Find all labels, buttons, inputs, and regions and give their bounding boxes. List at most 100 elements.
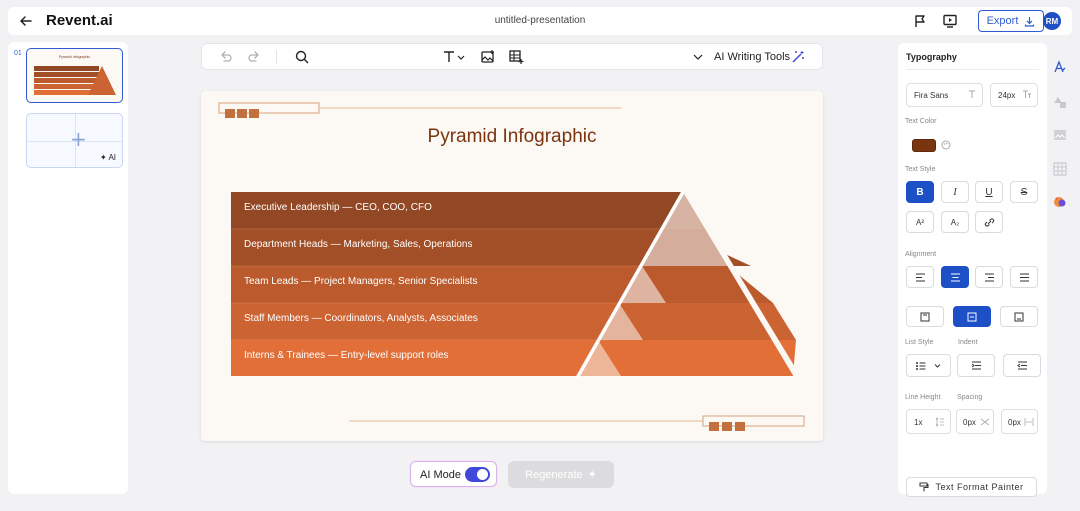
letter-spacing-icon	[980, 418, 990, 426]
align-center-button[interactable]	[941, 266, 969, 288]
bullet-list-icon	[915, 361, 940, 370]
table-settings-icon[interactable]	[1053, 162, 1067, 176]
painter-label: Text Format Painter	[935, 482, 1024, 492]
letter-spacing-value: 0px	[963, 418, 976, 427]
decor-square	[709, 422, 719, 431]
italic-button[interactable]: I	[941, 181, 969, 203]
table-icon[interactable]	[508, 49, 524, 65]
magic-wand-icon[interactable]	[790, 49, 806, 65]
decor-square	[722, 422, 732, 431]
ai-mode-toggle[interactable]: AI Mode	[410, 461, 497, 487]
align-justify-button[interactable]	[1010, 266, 1038, 288]
palette-icon[interactable]	[941, 140, 951, 150]
flag-icon[interactable]	[912, 13, 928, 29]
tier-label-4[interactable]: Staff Members — Coordinators, Analysts, …	[244, 313, 478, 324]
tier-label-3[interactable]: Team Leads — Project Managers, Senior Sp…	[244, 276, 477, 287]
ai-style-icon[interactable]	[1053, 195, 1067, 209]
export-button[interactable]: Export	[978, 10, 1044, 32]
text-format-painter-button[interactable]: Text Format Painter	[906, 477, 1037, 497]
decor-square	[735, 422, 745, 431]
font-size-value: 24px	[998, 91, 1016, 100]
regenerate-label: Regenerate	[525, 468, 583, 481]
letter-spacing-input[interactable]: 0px	[956, 409, 994, 434]
image-settings-icon[interactable]	[1053, 128, 1067, 142]
font-family-select[interactable]: Fira Sans	[906, 83, 983, 107]
download-icon	[1025, 16, 1035, 27]
slides-panel: 01 Pyramid Infographic + ✦ AI	[8, 42, 128, 494]
line-height-input[interactable]: 1x	[906, 409, 951, 434]
slide-number: 01	[14, 50, 22, 57]
export-label: Export	[986, 15, 1019, 27]
user-avatar[interactable]: RM	[1043, 12, 1061, 30]
tool-rail	[1048, 43, 1072, 494]
present-icon[interactable]	[942, 13, 958, 29]
align-left-icon	[915, 273, 925, 281]
list-style-label: List Style	[905, 339, 934, 346]
valign-middle-icon	[967, 312, 977, 321]
slide-title[interactable]: Pyramid Infographic	[201, 126, 823, 148]
valign-top-button[interactable]	[906, 306, 944, 327]
pyramid-tier-5	[601, 340, 796, 376]
panel-heading: Typography	[906, 52, 957, 62]
ai-writing-tools-label[interactable]: AI Writing Tools	[714, 51, 790, 63]
redo-icon[interactable]	[246, 49, 262, 65]
line-height-icon	[935, 417, 944, 427]
add-slide-button[interactable]: + ✦ AI	[26, 113, 123, 168]
decor-square	[249, 109, 259, 118]
decor-square	[237, 109, 247, 118]
font-size-input[interactable]: 24px	[990, 83, 1038, 107]
undo-icon[interactable]	[218, 49, 234, 65]
thumbnail-pyramid	[88, 66, 116, 95]
indent-increase-icon	[971, 361, 981, 370]
valign-bottom-button[interactable]	[1000, 306, 1038, 327]
superscript-button[interactable]: A²	[906, 211, 934, 233]
underline-button[interactable]: U	[975, 181, 1003, 203]
font-icon	[969, 90, 975, 98]
typography-icon[interactable]	[1053, 60, 1067, 74]
indent-label: Indent	[958, 339, 978, 346]
tier-label-2[interactable]: Department Heads — Marketing, Sales, Ope…	[244, 239, 472, 250]
decor-square	[225, 109, 235, 118]
chevron-down-icon[interactable]	[692, 49, 704, 65]
word-spacing-input[interactable]: 0px	[1001, 409, 1038, 434]
top-bar: Revent.ai untitled-presentation Export R…	[8, 7, 1072, 35]
text-color-swatch[interactable]	[912, 139, 936, 152]
strikethrough-button[interactable]: S	[1010, 181, 1038, 203]
indent-increase-button[interactable]	[957, 354, 995, 377]
list-style-select[interactable]	[906, 354, 951, 377]
align-left-button[interactable]	[906, 266, 934, 288]
ai-mode-label: AI Mode	[420, 469, 461, 481]
paint-roller-icon	[919, 482, 929, 492]
slide-canvas[interactable]: Pyramid Infographic Executive Leadership…	[201, 91, 823, 441]
font-family-value: Fira Sans	[914, 91, 949, 100]
valign-bottom-icon	[1014, 312, 1024, 321]
editor-toolbar: AI Writing Tools	[201, 43, 823, 70]
line-height-value: 1x	[914, 418, 923, 427]
word-spacing-value: 0px	[1008, 418, 1021, 427]
regenerate-button[interactable]: Regenerate ✦	[508, 461, 614, 488]
spacing-label: Spacing	[957, 394, 983, 401]
link-button[interactable]	[975, 211, 1003, 233]
align-right-icon	[984, 273, 994, 281]
ai-label: AI	[108, 153, 116, 162]
tier-label-1[interactable]: Executive Leadership — CEO, COO, CFO	[244, 202, 432, 213]
image-icon[interactable]	[480, 49, 496, 65]
indent-decrease-icon	[1016, 361, 1027, 370]
slide-thumbnail[interactable]: Pyramid Infographic	[26, 48, 123, 103]
sparkle-icon: ✦	[587, 469, 597, 481]
text-style-label: Text Style	[905, 166, 936, 173]
tier-label-5[interactable]: Interns & Trainees — Entry-level support…	[244, 350, 449, 361]
search-icon[interactable]	[294, 49, 310, 65]
ai-mode-switch[interactable]	[465, 467, 490, 482]
shapes-icon[interactable]	[1053, 95, 1067, 109]
subscript-button[interactable]: A₂	[941, 211, 969, 233]
valign-middle-button[interactable]	[953, 306, 991, 327]
line-height-label: Line Height	[905, 394, 941, 401]
text-tool-icon[interactable]	[442, 49, 466, 65]
indent-decrease-button[interactable]	[1003, 354, 1041, 377]
align-right-button[interactable]	[975, 266, 1003, 288]
ai-generate-tag[interactable]: ✦ AI	[100, 153, 116, 162]
align-justify-icon	[1019, 273, 1029, 281]
bold-button[interactable]: B	[906, 181, 934, 203]
thumbnail-title: Pyramid Infographic	[58, 55, 91, 59]
